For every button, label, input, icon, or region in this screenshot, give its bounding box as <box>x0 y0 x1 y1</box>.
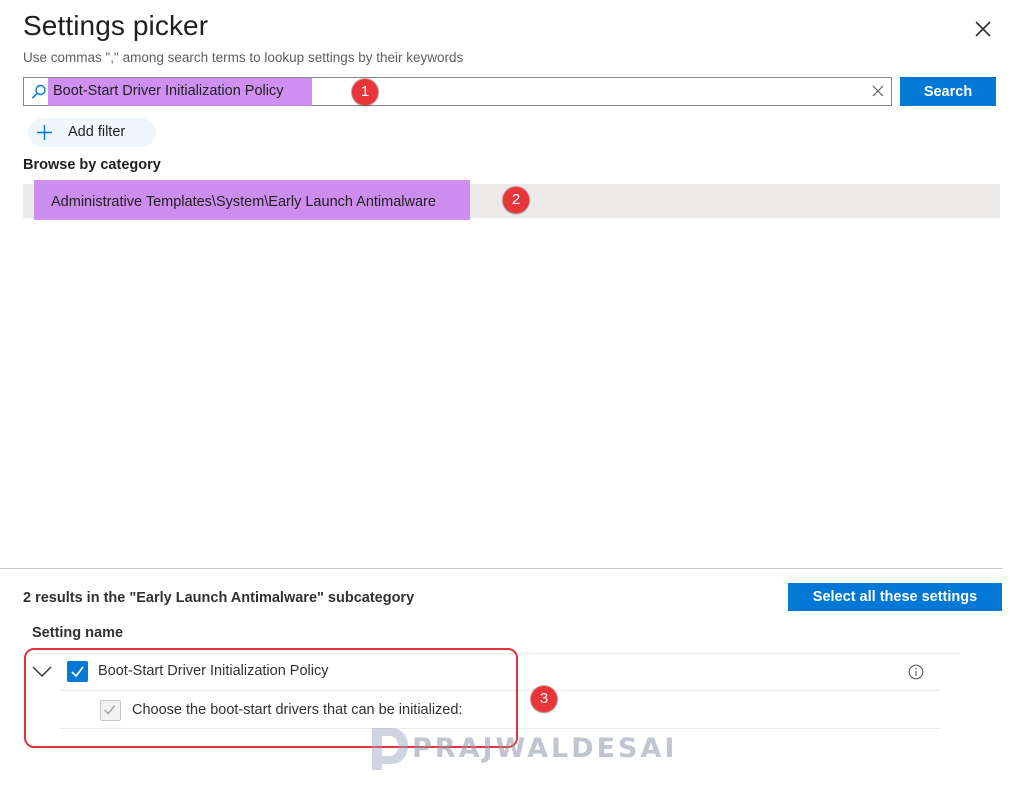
panel-subtitle: Use commas "," among search terms to loo… <box>23 50 464 65</box>
section-divider <box>0 568 1002 569</box>
search-button[interactable]: Search <box>900 77 996 106</box>
add-filter-label: Add filter <box>68 124 126 140</box>
watermark-text: PRAJWALDESAI <box>412 733 678 764</box>
results-summary: 2 results in the "Early Launch Antimalwa… <box>23 590 415 606</box>
select-all-button[interactable]: Select all these settings <box>788 583 1002 611</box>
close-icon[interactable] <box>972 18 994 40</box>
add-filter-button[interactable]: Add filter <box>28 118 156 147</box>
search-highlight <box>48 78 312 106</box>
info-icon[interactable] <box>908 664 924 680</box>
annotation-badge-3: 3 <box>531 686 557 712</box>
browse-by-category-label: Browse by category <box>23 157 161 173</box>
clear-search-icon[interactable] <box>872 85 884 97</box>
column-header-setting-name: Setting name <box>32 625 124 641</box>
plus-icon <box>37 125 52 140</box>
annotation-badge-1: 1 <box>352 79 378 105</box>
search-icon <box>31 84 46 99</box>
annotation-badge-2: 2 <box>503 187 529 213</box>
category-path[interactable]: Administrative Templates\System\Early La… <box>51 194 436 210</box>
panel-title: Settings picker <box>23 10 209 41</box>
